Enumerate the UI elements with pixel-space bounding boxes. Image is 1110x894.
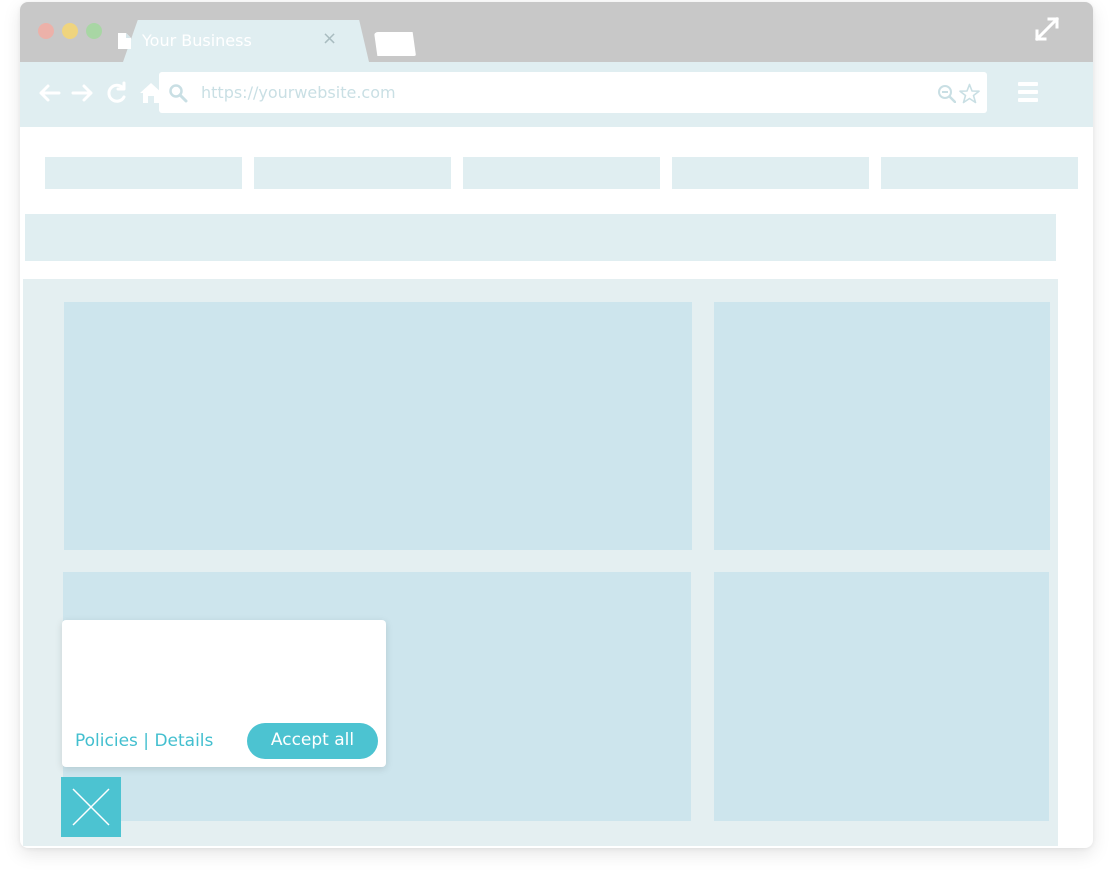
expand-icon[interactable] [1034,16,1060,42]
nav-placeholder-2[interactable] [254,157,451,189]
window-minimize-dot[interactable] [62,23,78,39]
policies-link[interactable]: Policies [75,731,138,751]
document-icon [118,33,131,49]
tab-title: Your Business [142,31,252,50]
close-icon [72,788,110,826]
close-banner-button[interactable] [61,777,121,837]
search-icon [169,84,188,103]
content-panel-lower-side [714,572,1049,821]
star-icon[interactable] [959,83,980,104]
window-close-dot[interactable] [38,23,54,39]
menu-icon[interactable] [1018,81,1038,103]
nav-placeholder-5[interactable] [881,157,1078,189]
forward-arrow-icon[interactable] [71,81,95,105]
link-separator: | [143,731,150,751]
reload-icon[interactable] [105,81,129,105]
nav-placeholder-1[interactable] [45,157,242,189]
cookie-links: Policies | Details [75,731,213,751]
hero-placeholder [25,214,1056,261]
accept-all-button[interactable]: Accept all [247,723,378,759]
content-panel-side [714,302,1050,550]
nav-placeholder-4[interactable] [672,157,869,189]
details-link[interactable]: Details [154,731,213,751]
url-text[interactable]: https://yourwebsite.com [201,83,396,102]
back-arrow-icon[interactable] [37,81,61,105]
new-tab-button[interactable] [374,32,416,56]
close-icon[interactable]: × [322,29,337,49]
zoom-icon[interactable] [937,84,956,103]
content-panel-main [64,302,692,550]
window-maximize-dot[interactable] [86,23,102,39]
nav-placeholder-3[interactable] [463,157,660,189]
